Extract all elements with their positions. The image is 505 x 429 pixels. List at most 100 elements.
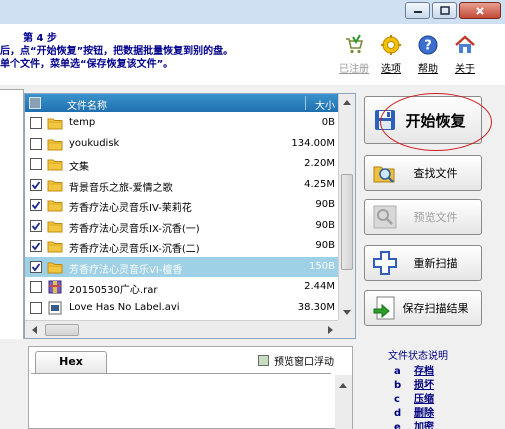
horizontal-scrollbar[interactable] [25, 320, 339, 338]
row-checkbox[interactable] [30, 260, 42, 273]
file-size: 38.30M [297, 301, 335, 313]
minimize-button[interactable] [405, 2, 430, 19]
hex-scroll-up-button[interactable] [335, 377, 351, 393]
file-list[interactable]: 文件名称 大小 temp 0B youkudisk 134.00M 文集 2.20M 背景音… [24, 93, 356, 339]
scroll-down-button[interactable] [339, 304, 355, 320]
file-size: 90B [315, 240, 335, 251]
table-row[interactable]: temp 0B [25, 113, 339, 134]
legend-desc[interactable]: 压缩 [414, 393, 434, 407]
select-all-checkbox[interactable] [29, 97, 41, 109]
table-row[interactable]: 芳香疗法心灵音乐IV-茉莉花 90B [25, 195, 339, 216]
registered-tool[interactable]: 已注册 [337, 34, 371, 75]
table-row[interactable]: 20150530广心.rar 2.44M [25, 277, 339, 298]
file-name: temp [69, 117, 96, 128]
title-bar [0, 0, 505, 24]
close-button[interactable] [459, 2, 501, 19]
preview-file-button[interactable]: 预览文件 [364, 199, 482, 235]
table-row[interactable]: 芳香疗法心灵音乐VI-檀香 150B [25, 256, 339, 277]
column-size-header[interactable]: 大小 [315, 97, 335, 112]
row-checkbox[interactable] [30, 178, 42, 191]
table-row[interactable]: 芳香疗法心灵音乐IX-沉香(二) 90B [25, 236, 339, 257]
toolbar: 已注册 选项 ? 帮助 关于 [337, 34, 485, 75]
row-checkbox[interactable] [30, 158, 42, 170]
magnifier-icon [372, 204, 398, 230]
row-checkbox[interactable] [30, 219, 42, 232]
hex-tab[interactable]: Hex [35, 351, 107, 373]
file-size: 0B [321, 117, 335, 128]
chevron-up-icon [339, 382, 347, 388]
floppy-disk-icon [372, 107, 398, 133]
file-name: 文集 [69, 162, 89, 173]
column-name-header[interactable]: 文件名称 [67, 97, 107, 112]
legend-desc[interactable]: 删除 [414, 407, 434, 421]
legend-desc[interactable]: 加密 [414, 421, 434, 429]
folder-tree-pane[interactable] [0, 89, 24, 339]
options-tool[interactable]: 选项 [374, 34, 408, 75]
folder-icon [47, 198, 63, 212]
legend-item: a 存档 [388, 365, 448, 379]
row-checkbox[interactable] [30, 199, 42, 211]
help-label: 帮助 [418, 64, 438, 75]
start-recover-button[interactable]: 开始恢复 [364, 96, 482, 144]
row-checkbox[interactable] [30, 117, 42, 129]
step-title: 第 4 步 [23, 33, 57, 44]
vertical-scroll-thumb[interactable] [341, 174, 353, 270]
preview-float-option[interactable]: 预览窗口浮动 [258, 353, 334, 368]
search-folder-icon [372, 160, 398, 186]
legend-code: a [394, 366, 401, 377]
row-checkbox[interactable] [30, 240, 42, 252]
scroll-left-button[interactable] [26, 322, 42, 338]
maximize-icon [439, 6, 450, 15]
video-file-icon [47, 301, 63, 315]
about-tool[interactable]: 关于 [448, 34, 482, 75]
table-row[interactable]: Love Has No Label.avi 38.30M [25, 298, 339, 319]
legend-item: e 加密 [388, 421, 448, 429]
legend-code: b [394, 380, 402, 391]
folder-icon [47, 219, 63, 233]
table-row[interactable]: youkudisk 134.00M [25, 134, 339, 155]
vertical-scrollbar[interactable] [338, 94, 355, 320]
options-label: 选项 [381, 64, 401, 75]
chevron-left-icon [31, 326, 37, 334]
find-file-button[interactable]: 查找文件 [364, 155, 482, 191]
hex-content[interactable] [31, 373, 331, 429]
svg-text:?: ? [424, 39, 432, 54]
column-divider[interactable] [305, 96, 306, 110]
table-row[interactable]: 芳香疗法心灵音乐IX-沉香(一) 90B [25, 216, 339, 237]
file-name: 背景音乐之旅-爱情之歌 [69, 182, 173, 194]
chevron-up-icon [343, 99, 351, 105]
legend-title: 文件状态说明 [388, 351, 448, 362]
legend-code: e [394, 422, 401, 429]
folder-icon [47, 260, 63, 274]
file-name: Love Has No Label.avi [69, 301, 180, 313]
preview-float-label: 预览窗口浮动 [274, 357, 334, 368]
hex-scrollbar[interactable] [335, 375, 352, 429]
row-checkbox[interactable] [30, 137, 42, 150]
file-name: 芳香疗法心灵音乐VI-檀香 [69, 264, 183, 276]
scrollbar-corner [338, 320, 355, 338]
maximize-button[interactable] [432, 2, 457, 19]
help-tool[interactable]: ? 帮助 [411, 34, 445, 75]
home-icon [454, 34, 476, 56]
file-name: 芳香疗法心灵音乐IX-沉香(一) [69, 223, 200, 235]
save-scan-button[interactable]: 保存扫描结果 [364, 290, 482, 326]
row-checkbox[interactable] [30, 301, 42, 314]
file-size: 150B [309, 260, 335, 272]
table-row[interactable]: 背景音乐之旅-爱情之歌 4.25M [25, 175, 339, 196]
legend-desc[interactable]: 存档 [414, 365, 434, 379]
chevron-down-icon [343, 309, 351, 315]
row-checkbox[interactable] [30, 281, 42, 293]
checkmark-icon [31, 242, 41, 251]
folder-icon [47, 157, 63, 171]
scroll-up-button[interactable] [339, 94, 355, 110]
checkmark-icon [31, 262, 41, 271]
scroll-right-button[interactable] [322, 322, 338, 338]
table-row[interactable]: 文集 2.20M [25, 154, 339, 175]
legend-desc[interactable]: 损坏 [414, 379, 434, 393]
legend-item: d 删除 [388, 407, 448, 421]
file-size: 90B [315, 219, 335, 231]
rescan-label: 重新扫描 [413, 257, 458, 270]
horizontal-scroll-thumb[interactable] [45, 324, 79, 336]
rescan-button[interactable]: 重新扫描 [364, 245, 482, 281]
preview-float-checkbox[interactable] [258, 355, 269, 366]
